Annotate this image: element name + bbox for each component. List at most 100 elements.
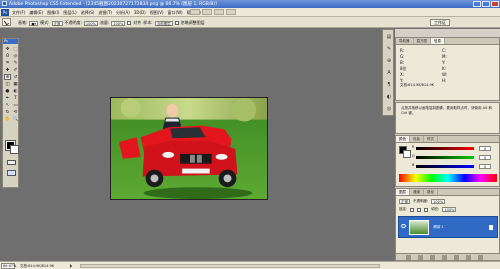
photo-image: [110, 97, 268, 200]
brushes-icon[interactable]: ✎: [385, 46, 393, 53]
lock-pixels-icon[interactable]: [417, 207, 422, 212]
options-items: 画笔: ●▾ 模式: 正常 不透明度: 100% 流量: 100% 对齐 样本:…: [18, 20, 205, 26]
lasso-tool[interactable]: ʘ: [4, 53, 11, 59]
layer-name[interactable]: 图层 1: [433, 225, 443, 230]
history-brush-tool[interactable]: ↺: [12, 74, 19, 80]
brush-preset-picker[interactable]: ●▾: [29, 20, 39, 26]
horizontal-scrollbar[interactable]: [80, 264, 380, 268]
green-slider[interactable]: [416, 156, 474, 159]
menu-item[interactable]: 图层(L): [63, 10, 76, 16]
add-mask-icon[interactable]: [430, 255, 435, 260]
screen-mode-icon[interactable]: [7, 170, 16, 176]
paragraph-icon[interactable]: ¶: [385, 82, 393, 89]
opacity-field[interactable]: 100%: [83, 20, 98, 26]
eyedropper-tool[interactable]: ✎: [12, 60, 19, 66]
dodge-tool[interactable]: ◐: [12, 88, 19, 94]
pen-tool[interactable]: ✒: [4, 95, 11, 101]
panel-tab[interactable]: 样式: [424, 136, 438, 142]
layer-row[interactable]: 图层 1: [398, 216, 498, 238]
layer-blend-mode-select[interactable]: 正常: [399, 199, 410, 204]
mini-bridge-icon[interactable]: [202, 9, 212, 15]
panel-tab[interactable]: 信息: [431, 38, 445, 44]
panel-tab[interactable]: 导航器: [396, 38, 414, 44]
panel-tab[interactable]: 颜色: [396, 136, 410, 142]
close-icon[interactable]: [491, 1, 499, 7]
document-canvas[interactable]: [110, 97, 268, 200]
lock-position-icon[interactable]: [424, 207, 429, 212]
clone-stamp-tool[interactable]: ⊕: [4, 74, 11, 80]
zoom-tool[interactable]: 🔍: [12, 116, 19, 122]
menu-item[interactable]: 滤镜(T): [98, 10, 112, 16]
layer-fill-field[interactable]: 100%: [442, 207, 457, 212]
delete-layer-icon[interactable]: [478, 255, 483, 260]
align-checkbox[interactable]: [127, 21, 132, 25]
mode-select[interactable]: 正常: [51, 20, 63, 26]
red-value[interactable]: 0: [479, 146, 491, 151]
crop-tool[interactable]: ⌗: [4, 60, 11, 66]
menu-item[interactable]: 3D(D): [134, 10, 146, 16]
quick-mask-icon[interactable]: [7, 160, 16, 165]
menu-item[interactable]: 视图(V): [150, 10, 164, 16]
new-layer-icon[interactable]: [466, 255, 471, 260]
character-icon[interactable]: A: [385, 70, 393, 77]
maximize-icon[interactable]: [482, 1, 490, 7]
menu-item[interactable]: 分析(A): [116, 10, 130, 16]
3d-orbit-tool[interactable]: ⟲: [12, 109, 19, 115]
panel-tab[interactable]: 色板: [410, 136, 424, 142]
menu-item[interactable]: 图像(I): [47, 10, 59, 16]
quick-select-tool[interactable]: ◎: [12, 53, 19, 59]
move-tool[interactable]: ✥: [4, 46, 11, 52]
adjustment-layer-icon[interactable]: [442, 255, 447, 260]
link-layers-icon[interactable]: [406, 255, 411, 260]
layer-style-icon[interactable]: [418, 255, 423, 260]
zoom-field[interactable]: 66.67%: [1, 263, 16, 269]
type-tool[interactable]: T: [12, 95, 19, 101]
brush-tool[interactable]: ✐: [12, 67, 19, 73]
sample-select[interactable]: 当前图层: [154, 20, 173, 26]
3d-rotate-tool[interactable]: ↻: [4, 109, 11, 115]
zoom-level-icon[interactable]: [214, 9, 224, 15]
minimize-icon[interactable]: [473, 1, 481, 7]
path-select-tool[interactable]: ↖: [4, 102, 11, 108]
ignore-adjustment-checkbox[interactable]: [174, 21, 179, 25]
menu-item[interactable]: 文件(F): [12, 10, 25, 16]
color-ramp[interactable]: [399, 174, 497, 182]
new-group-icon[interactable]: [454, 255, 459, 260]
arrange-docs-icon[interactable]: [226, 9, 236, 15]
flow-field[interactable]: 100%: [111, 20, 126, 26]
panel-tab[interactable]: 通道: [410, 189, 424, 195]
shape-tool[interactable]: ▭: [12, 102, 19, 108]
bridge-icon[interactable]: [190, 9, 200, 15]
clone-source-icon[interactable]: ⊕: [385, 58, 393, 65]
menu-item[interactable]: 选择(S): [81, 10, 95, 16]
healing-tool[interactable]: ✚: [4, 67, 11, 73]
blue-slider[interactable]: [416, 165, 474, 168]
adjustments-icon[interactable]: ◐: [385, 94, 393, 101]
panel-tab[interactable]: 直方图: [414, 38, 431, 44]
toolbox-header: Ps: [3, 39, 18, 44]
panel-tab[interactable]: 图层: [396, 189, 410, 195]
red-slider[interactable]: [416, 147, 474, 150]
clone-stamp-tool-preset-icon[interactable]: [2, 18, 11, 26]
gradient-tool[interactable]: ▦: [12, 81, 19, 87]
workspace-switcher[interactable]: 工作区: [430, 19, 450, 26]
blue-value[interactable]: 0: [479, 164, 491, 169]
hand-tool[interactable]: ✋: [4, 116, 11, 122]
menu-item[interactable]: 窗口(W): [168, 10, 183, 16]
history-icon[interactable]: ▤: [385, 34, 393, 41]
layer-opacity-field[interactable]: 100%: [431, 199, 446, 204]
marquee-tool[interactable]: ⬚: [12, 46, 19, 52]
lock-transparency-icon[interactable]: [410, 207, 415, 212]
background-color-swatch[interactable]: [10, 145, 19, 154]
green-value[interactable]: 0: [479, 155, 491, 160]
panel-tab[interactable]: 路径: [424, 189, 438, 195]
blur-tool[interactable]: ●: [4, 88, 11, 94]
menu-item[interactable]: 编辑(E): [29, 10, 43, 16]
status-menu-arrow-icon[interactable]: [70, 264, 74, 268]
masks-icon[interactable]: ◎: [385, 106, 393, 113]
layers-footer: [396, 253, 500, 260]
eye-icon[interactable]: [401, 224, 406, 228]
color-background-swatch[interactable]: [403, 150, 411, 158]
eraser-tool[interactable]: ◫: [4, 81, 11, 87]
layers-panel: 图层 通道 路径 正常 不透明度: 100% 锁定: 填充: 100% 图层 1: [395, 188, 500, 261]
